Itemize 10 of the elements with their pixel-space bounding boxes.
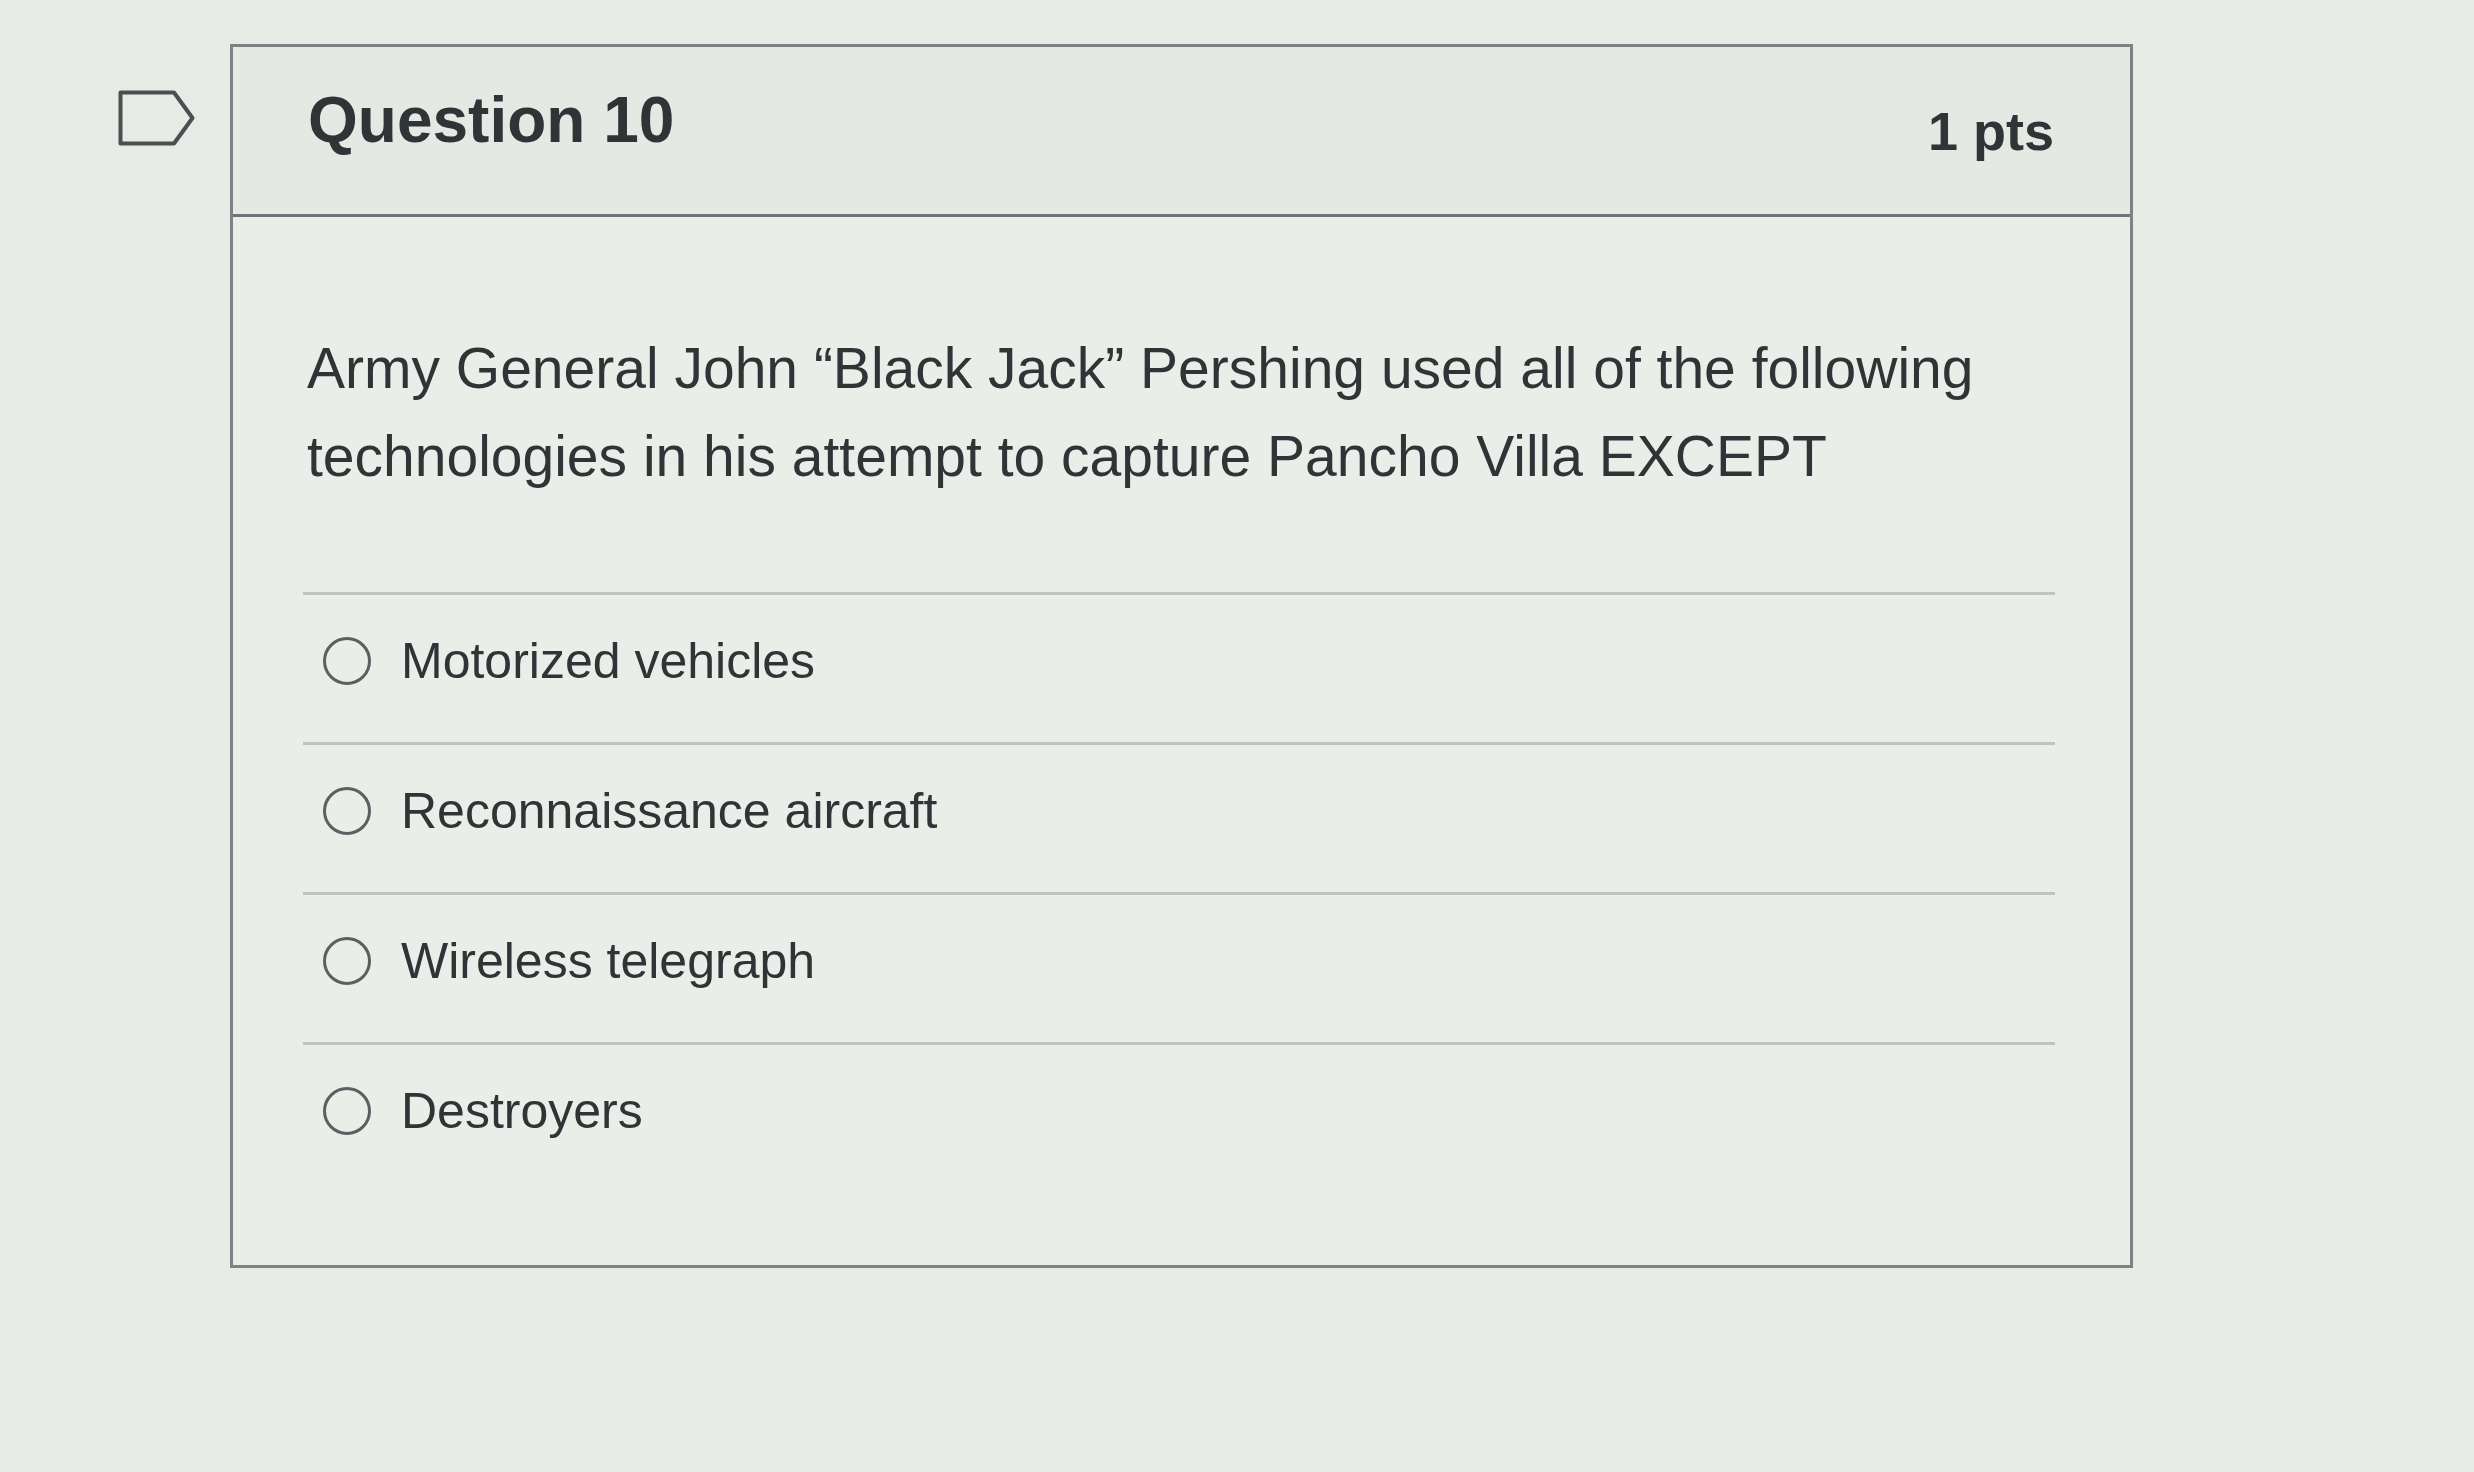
radio-button[interactable] <box>323 1086 371 1135</box>
radio-button[interactable] <box>323 936 371 985</box>
radio-button[interactable] <box>323 636 371 685</box>
answer-label[interactable]: Reconnaissance aircraft <box>401 785 938 836</box>
answer-label[interactable]: Destroyers <box>401 1085 643 1136</box>
flag-icon[interactable] <box>118 90 195 146</box>
answer-label[interactable]: Wireless telegraph <box>401 935 816 986</box>
answer-label[interactable]: Motorized vehicles <box>401 635 816 686</box>
radio-button[interactable] <box>323 786 371 835</box>
question-text: Army General John “Black Jack” Pershing used all of the following technologies in his attempt to capture Pancho Villa EXCEPT <box>306 335 1975 490</box>
